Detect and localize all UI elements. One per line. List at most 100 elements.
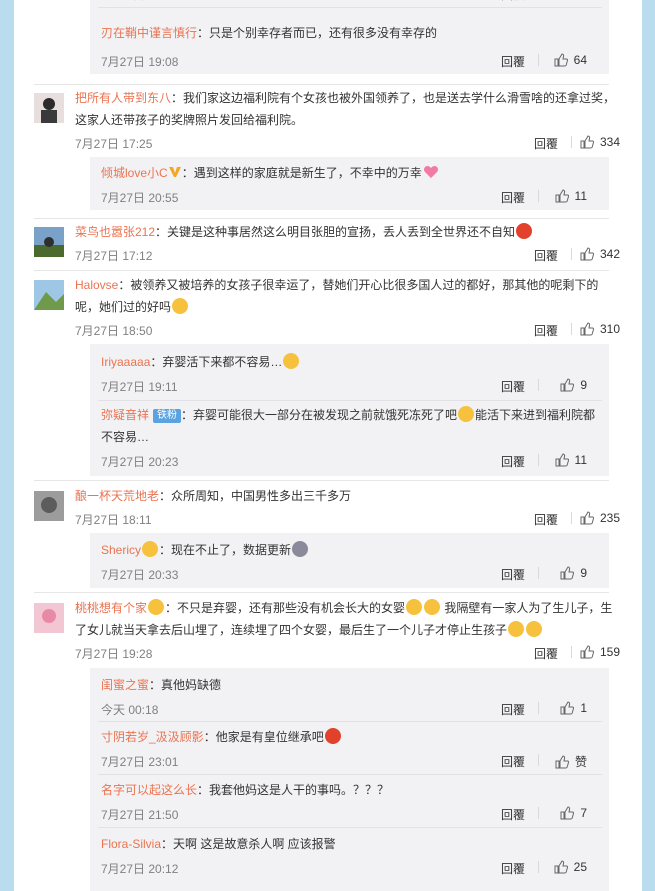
heart-emoji-icon: [423, 164, 439, 180]
comment-item: 桃桃想有个家 ：不只是弃婴，还有那些没有机会长大的女婴 我隔壁有一家人为了生儿子，…: [34, 597, 620, 667]
like-button[interactable]: 235: [580, 511, 620, 525]
like-button[interactable]: 11: [555, 453, 587, 467]
like-count: 11: [574, 189, 587, 203]
like-count: 9: [580, 566, 587, 580]
sub-comments-top: 7月27日 回覆 刃在鞘中谨言慎行：只是个别幸存者而已，还有很多没有幸存的 7月…: [90, 0, 609, 74]
timestamp: 7月27日 20:23: [101, 455, 179, 469]
like-button[interactable]: 赞: [555, 753, 587, 770]
reply-button[interactable]: 回覆: [534, 247, 558, 264]
sub-comment: 7月27日 回覆 刃在鞘中谨言慎行：只是个别幸存者而已，还有很多没有幸存的 7月…: [90, 0, 609, 74]
reply-button[interactable]: 回覆: [534, 511, 558, 528]
reply-button[interactable]: 回覆: [501, 860, 525, 877]
like-count: 25: [573, 860, 587, 874]
reply-button[interactable]: 回覆: [501, 701, 525, 718]
thumbs-up-icon: [560, 566, 575, 580]
crying-emoji-icon: [406, 599, 423, 615]
timestamp: 7月27日 21:50: [101, 808, 179, 822]
thumbs-up-icon: [555, 754, 569, 768]
comment-text: ：天啊 这是故意杀人啊 应该报警: [161, 837, 336, 851]
avatar[interactable]: [34, 603, 64, 633]
username-link[interactable]: Flora-Silvia: [101, 837, 161, 851]
like-count: 1: [580, 701, 587, 715]
username-link[interactable]: 寸阴若岁_汲汲顾影: [101, 730, 204, 744]
timestamp: 7月27日 18:50: [75, 324, 153, 338]
like-button[interactable]: 9: [560, 378, 587, 392]
reply-button[interactable]: 回覆: [501, 806, 525, 823]
timestamp: 7月27日 17:25: [75, 137, 153, 151]
like-button[interactable]: 159: [580, 645, 620, 659]
thumbs-up-icon: [555, 453, 569, 467]
avatar[interactable]: [34, 227, 64, 257]
comment-item: 酿一杯天荒地老：众所周知，中国男性多出三千多万 7月27日 18:11 回覆 2…: [34, 485, 620, 529]
reply-button[interactable]: 回覆: [501, 189, 525, 206]
like-button[interactable]: 9: [560, 566, 587, 580]
comment-text: ：被领养又被培养的女孩子很幸运了，替她们开心比很多国人过的都好，那其他的呢剩下的…: [75, 278, 599, 314]
timestamp: 7月27日 19:08: [101, 55, 179, 69]
angry-emoji-icon: [516, 223, 533, 239]
timestamp: 7月27日 23:01: [101, 755, 179, 769]
reply-button[interactable]: 回覆: [501, 378, 525, 395]
user-badge-icon: [142, 541, 159, 557]
timestamp: 7月27日 17:12: [75, 249, 153, 263]
smile-emoji-icon: [283, 353, 300, 369]
username-link[interactable]: 菜鸟也嚣张212: [75, 225, 155, 239]
crying-emoji-icon: [508, 621, 525, 637]
thumbs-up-icon: [580, 322, 594, 336]
like-button[interactable]: 64: [554, 53, 587, 67]
like-button[interactable]: 310: [580, 322, 620, 336]
reply-button[interactable]: 回覆: [501, 566, 525, 583]
like-count: 334: [599, 135, 620, 149]
like-count: 赞: [574, 755, 587, 769]
username-link[interactable]: 闺蜜之蜜: [101, 678, 149, 692]
thumbs-up-icon: [580, 511, 594, 525]
thumbs-up-icon: [580, 247, 594, 261]
reply-button[interactable]: 回覆: [501, 0, 525, 3]
reply-button[interactable]: 回覆: [501, 753, 525, 770]
comment-item: Halovse：被领养又被培养的女孩子很幸运了，替她们开心比很多国人过的都好，那…: [34, 274, 620, 344]
timestamp: 今天 00:18: [101, 703, 159, 717]
sub-comments: Shericy ：现在不止了，数据更新 7月27日 20:33 回覆 9: [90, 533, 609, 588]
reply-button[interactable]: 回覆: [534, 645, 558, 662]
username-link[interactable]: 倾城love小C: [101, 166, 168, 180]
timestamp: 7月27日 20:55: [101, 191, 179, 205]
like-button[interactable]: 1: [560, 701, 587, 715]
reply-button[interactable]: 回覆: [501, 53, 525, 70]
like-count: 310: [599, 322, 620, 336]
username-link[interactable]: 名字可以起这么长: [101, 783, 197, 797]
like-count: 235: [599, 511, 620, 525]
avatar[interactable]: [34, 491, 64, 521]
reply-button[interactable]: 回覆: [501, 453, 525, 470]
like-button[interactable]: 11: [555, 189, 587, 203]
sub-comments: 闺蜜之蜜：真他妈缺德 今天 00:18 回覆 1 寸阴若岁_汲汲顾影：他家是有皇…: [90, 668, 609, 891]
like-count: 342: [599, 247, 620, 261]
comment-text: ：真他妈缺德: [149, 678, 222, 692]
avatar[interactable]: [34, 280, 64, 310]
thumbs-up-icon: [554, 53, 568, 67]
reply-button[interactable]: 回覆: [534, 322, 558, 339]
like-button[interactable]: 334: [580, 135, 620, 149]
username-link[interactable]: Halovse: [75, 278, 118, 292]
like-button[interactable]: 25: [554, 860, 587, 874]
avatar[interactable]: [34, 93, 64, 123]
username-link[interactable]: 把所有人带到东八: [75, 91, 171, 105]
username-link[interactable]: 刃在鞘中谨言慎行: [101, 26, 197, 40]
like-button[interactable]: 7: [560, 806, 587, 820]
username-link[interactable]: Iriyaaaaa: [101, 355, 150, 369]
username-link[interactable]: 酿一杯天荒地老: [75, 489, 159, 503]
like-button[interactable]: 342: [580, 247, 620, 261]
comment-text: ：弃婴可能很大一部分在被发现之前就饿死冻死了吧: [181, 408, 458, 422]
timestamp: 7月27日 20:12: [101, 862, 179, 876]
thumbs-up-icon: [560, 378, 575, 392]
comment-text: ：遇到这样的家庭就是新生了，不幸中的万幸: [181, 166, 422, 180]
username-link[interactable]: Shericy: [101, 543, 141, 557]
comment-text: ：只是个别幸存者而已，还有很多没有幸存的: [197, 26, 438, 40]
reply-button[interactable]: 回覆: [534, 135, 558, 152]
timestamp: 7月27日 18:11: [75, 513, 152, 527]
thumbs-up-icon: [555, 189, 569, 203]
comment-text: ：不只是弃婴，还有那些没有机会长大的女婴: [165, 601, 406, 615]
thumbs-up-icon: [554, 860, 568, 874]
timestamp: 7月27日 19:28: [75, 647, 153, 661]
username-link[interactable]: 桃桃想有个家: [75, 601, 147, 615]
username-link[interactable]: 弥疑音祥: [101, 408, 149, 422]
comment-panel: 7月27日 回覆 刃在鞘中谨言慎行：只是个别幸存者而已，还有很多没有幸存的 7月…: [14, 0, 642, 891]
